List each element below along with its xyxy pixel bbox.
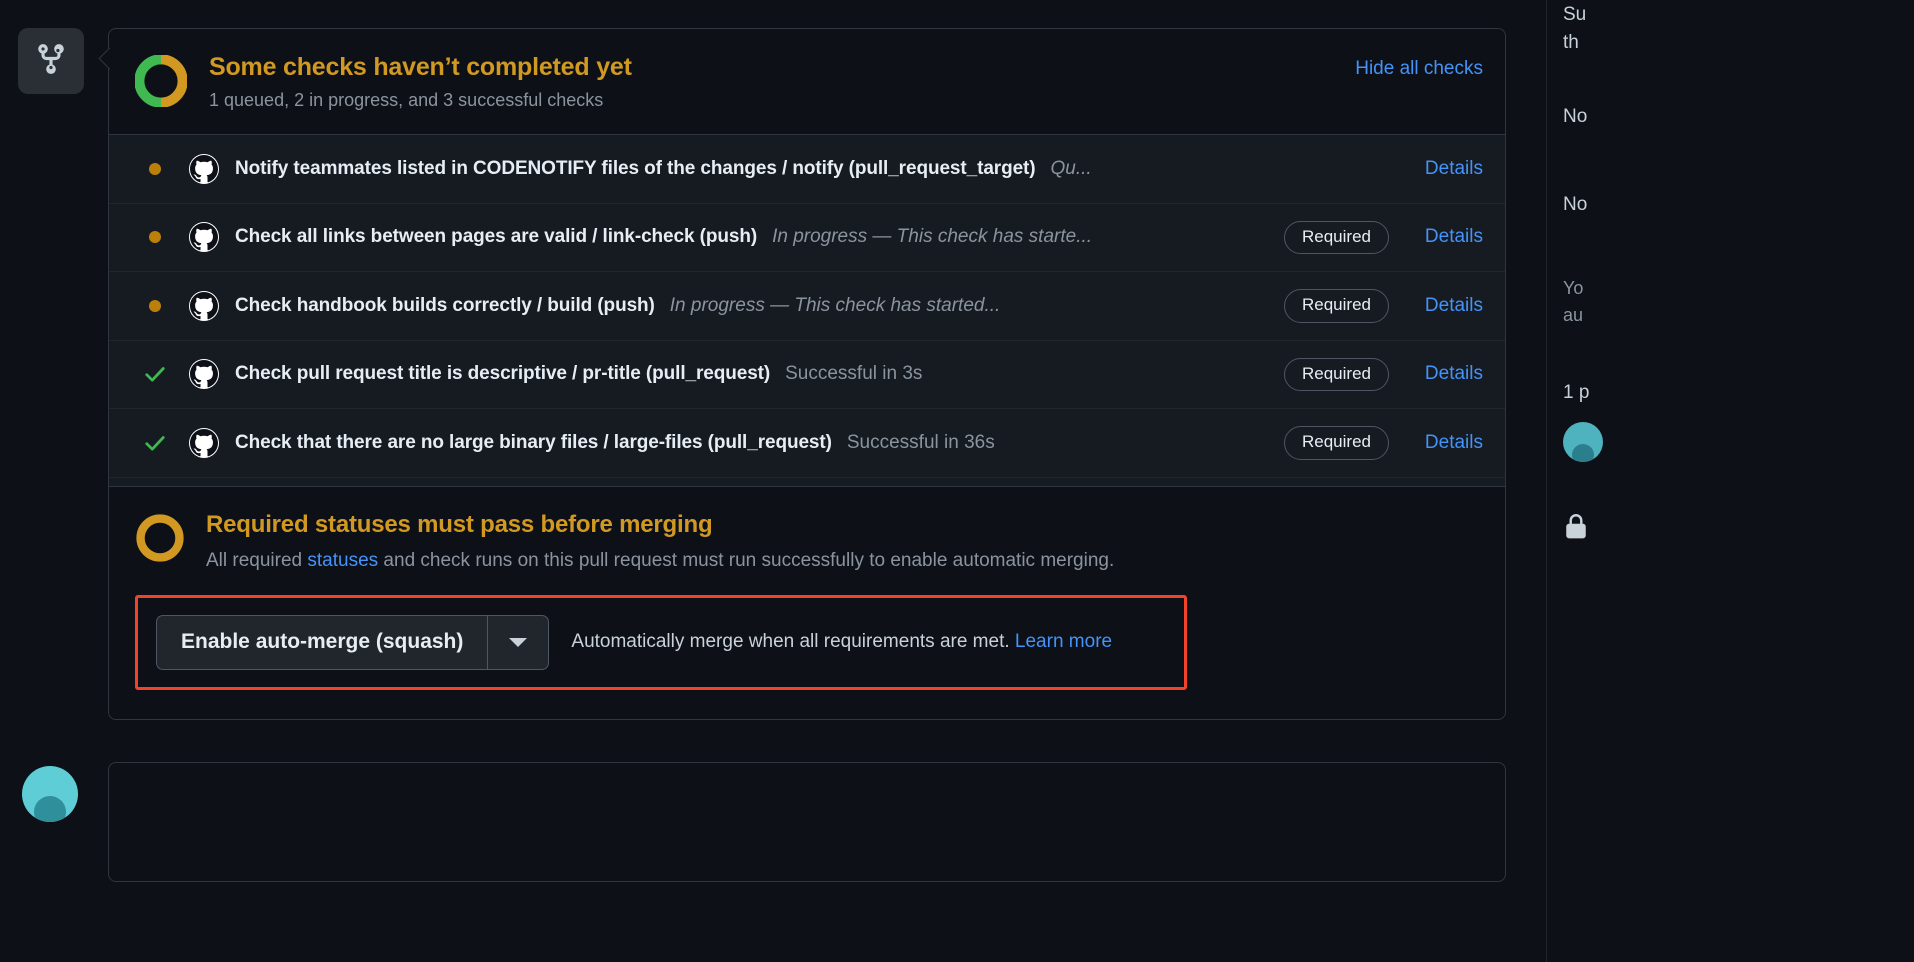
checks-subtitle: 1 queued, 2 in progress, and 3 successfu… [209,89,604,110]
in-progress-dot-icon [149,299,161,312]
required-statuses-text: Required statuses must pass before mergi… [206,511,1114,573]
required-statuses-description: All required statuses and check runs on … [206,548,1114,574]
enable-auto-merge-button[interactable]: Enable auto-merge (squash) [156,615,488,670]
screen-root: Some checks haven’t completed yet 1 queu… [0,0,1914,962]
github-actions-avatar [189,222,219,253]
merge-note: Automatically merge when all requirement… [571,630,1112,655]
panel-connector-arrow [98,48,110,72]
checks-header-text: Some checks haven’t completed yet 1 queu… [209,53,1355,112]
checks-list[interactable]: Notify teammates listed in CODENOTIFY fi… [109,135,1505,487]
required-statuses-title: Required statuses must pass before mergi… [206,511,713,539]
auto-merge-dropdown-button[interactable] [487,615,550,670]
avatar [22,766,78,822]
sidebar-line-5: Yo [1563,278,1584,298]
sidebar-line-4: No [1563,194,1588,215]
sidebar-line-7: 1 p [1563,382,1590,403]
details-link[interactable]: Details [1411,432,1483,454]
check-name: Check all links between pages are valid … [235,226,758,248]
sidebar-line-3: No [1563,106,1588,127]
check-status: Successful in 36s [846,431,995,453]
hide-all-checks-link[interactable]: Hide all checks [1355,58,1483,80]
github-actions-avatar [189,359,219,390]
learn-more-link[interactable]: Learn more [1015,631,1112,652]
partial-progress-donut-icon [134,54,188,108]
auto-merge-button-group: Enable auto-merge (squash) [156,615,550,670]
success-check-icon [144,363,166,385]
check-name: Check handbook builds correctly / build … [235,294,655,316]
check-status: In progress — This check has starte... [772,226,1093,248]
github-actions-avatar [189,427,219,458]
git-merge-icon [34,42,68,81]
merge-note-text: Automatically merge when all requirement… [571,631,1015,653]
status-badge: Required [1284,289,1389,323]
status-badge: Required [1284,426,1389,460]
table-row[interactable]: Check that there are no large binary fil… [109,409,1505,478]
github-actions-avatar [189,290,219,321]
table-row[interactable]: Check handbook builds correctly / build … [109,272,1505,341]
success-check-icon [144,432,166,454]
required-desc-after: and check runs on this pull request must… [378,549,1115,571]
right-sidebar: Su th No No Yo au 1 p [1546,0,1914,962]
details-link[interactable]: Details [1411,363,1483,385]
chevron-down-icon [509,637,528,647]
sidebar-line-1: Su [1563,4,1587,25]
checks-panel: Some checks haven’t completed yet 1 queu… [108,28,1506,720]
next-timeline-panel [108,762,1506,882]
sidebar-line-2: th [1563,32,1579,53]
status-badge: Required [1284,220,1389,255]
required-desc-before: All required [206,549,308,571]
checks-title: Some checks haven’t completed yet [209,53,632,81]
details-link[interactable]: Details [1411,295,1483,317]
lock-icon [1563,514,1898,545]
check-name: Check that there are no large binary fil… [235,431,832,453]
table-row[interactable]: Notify teammates listed in CODENOTIFY fi… [109,135,1505,204]
check-status: In progress — This check has started... [669,294,1001,316]
merge-action-area: Enable auto-merge (squash) Automatically… [109,589,1505,716]
checks-panel-header: Some checks haven’t completed yet 1 queu… [109,29,1505,136]
table-row[interactable]: Format all files nicely / prettier (push… [109,477,1505,487]
statuses-link[interactable]: statuses [307,550,378,571]
timeline-merge-badge [18,28,84,94]
table-row[interactable]: Check pull request title is descriptive … [109,340,1505,410]
check-status: Qu... [1050,157,1092,179]
required-statuses-section: Required statuses must pass before mergi… [109,486,1505,590]
annotation-highlight-box: Enable auto-merge (squash) Automatically… [135,595,1187,690]
details-link[interactable]: Details [1411,158,1483,180]
queued-dot-icon [149,162,161,175]
check-status: Successful in 3s [785,363,923,385]
sidebar-line-6: au [1563,305,1584,325]
table-row[interactable]: Check all links between pages are valid … [109,203,1505,273]
status-badge: Required [1284,357,1389,392]
in-progress-dot-icon [149,231,161,244]
github-actions-avatar [189,153,219,184]
amber-ring-icon [135,513,185,563]
details-link[interactable]: Details [1411,226,1483,248]
sidebar-avatar [1563,422,1603,462]
check-name: Check pull request title is descriptive … [235,363,771,385]
check-name: Notify teammates listed in CODENOTIFY fi… [235,157,1036,179]
